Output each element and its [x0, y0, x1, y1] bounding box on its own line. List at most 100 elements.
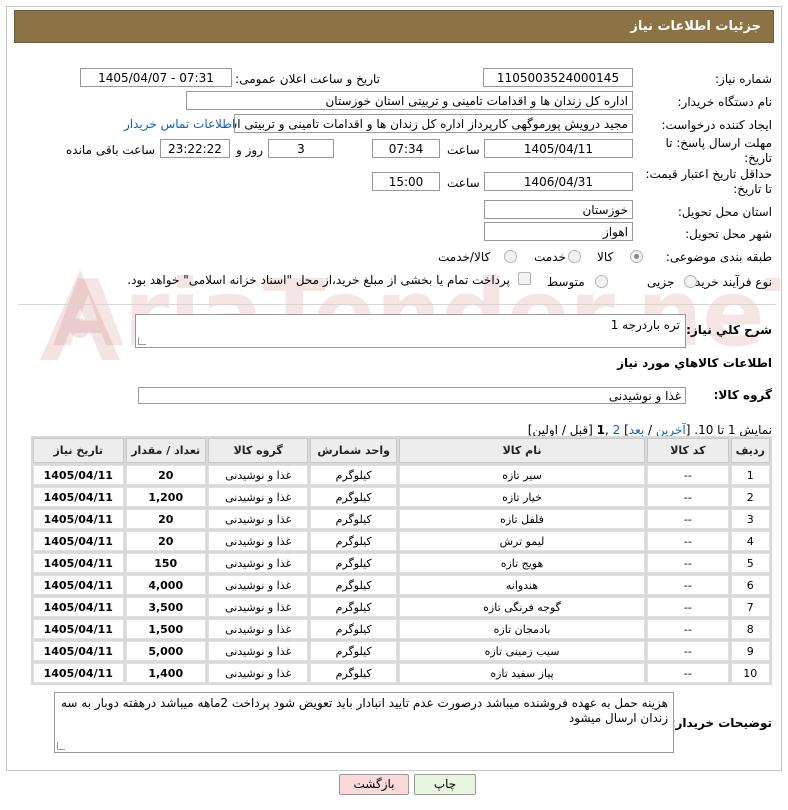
process-type-label: نوع فرآیند خرید : [687, 275, 772, 289]
announce-datetime-label: تاریخ و ساعت اعلان عمومی: [235, 72, 380, 86]
cell-group: غذا و نوشیدنی [207, 575, 309, 595]
remaining-label: ساعت باقی مانده [66, 143, 156, 157]
cell-code: -- [647, 487, 729, 507]
cell-unit: کیلوگرم [310, 641, 397, 661]
reply-days-field: 3 [268, 139, 334, 158]
reply-deadline-label: مهلت ارسال پاسخ: تا تاریخ: [665, 136, 772, 165]
cell-quantity: 1,200 [125, 487, 206, 507]
cell-unit: کیلوگرم [310, 619, 397, 639]
cell-name: گوجه فرنگی تازه [398, 597, 646, 617]
cell-row-num: 4 [730, 531, 770, 551]
cell-group: غذا و نوشیدنی [207, 487, 309, 507]
buyer-notes-label: توضیحات خریدار: [670, 716, 772, 730]
divider [18, 304, 776, 305]
cell-name: پیاز سفید تازه [398, 663, 646, 683]
reply-time-label: ساعت [447, 143, 480, 157]
pagination-prefix: نمایش 1 تا 10. [ [685, 423, 772, 437]
goods-info-title: اطلاعات کالاهاي مورد نياز [617, 356, 772, 370]
cell-date: 1405/04/11 [33, 531, 124, 551]
table-row: 8 -- بادمجان تازه کیلوگرم غذا و نوشیدنی 1,500… [33, 619, 770, 639]
pagination-current-page: 1 [596, 423, 605, 437]
process-option-minor: جزیی [647, 275, 675, 289]
general-desc-label: شرح کلي نياز: [686, 323, 772, 337]
goods-group-field: غذا و نوشیدنی [138, 387, 686, 404]
table-row: 7 -- گوجه فرنگی تازه کیلوگرم غذا و نوشیدنی 3,… [33, 597, 770, 617]
contact-info-link[interactable]: اطلاعات تماس خریدار [124, 117, 235, 131]
remaining-time-field: 23:22:22 [160, 139, 230, 158]
cell-date: 1405/04/11 [33, 663, 124, 683]
pagination-last-link[interactable]: آخرین [656, 423, 686, 437]
cell-quantity: 20 [125, 509, 206, 529]
cell-date: 1405/04/11 [33, 487, 124, 507]
buyer-notes-textarea[interactable]: هزینه حمل به عهده فروشنده میباشد درصورت … [54, 692, 674, 753]
pagination-suffix: [قبل / اولین] [527, 423, 597, 437]
cell-code: -- [647, 619, 729, 639]
cell-unit: کیلوگرم [310, 509, 397, 529]
resize-grip-icon[interactable] [138, 337, 146, 345]
need-number-label: شماره نیاز: [715, 72, 772, 86]
cell-quantity: 3,500 [125, 597, 206, 617]
province-field: خوزستان [484, 200, 633, 219]
cell-quantity: 20 [125, 465, 206, 485]
cell-unit: کیلوگرم [310, 575, 397, 595]
category-radio-service[interactable] [568, 250, 581, 263]
table-body: 1 -- سیر تازه کیلوگرم غذا و نوشیدنی 20 1405/04… [33, 465, 770, 683]
cell-row-num: 6 [730, 575, 770, 595]
table-row: 2 -- خیار تازه کیلوگرم غذا و نوشیدنی 1,200 140… [33, 487, 770, 507]
cell-name: بادمجان تازه [398, 619, 646, 639]
resize-grip-icon[interactable] [57, 742, 65, 750]
table-row: 5 -- هویج تازه کیلوگرم غذا و نوشیدنی 150 1405/… [33, 553, 770, 573]
cell-code: -- [647, 663, 729, 683]
category-radio-goods-service[interactable] [504, 250, 517, 263]
cell-date: 1405/04/11 [33, 465, 124, 485]
category-option-service: خدمت [534, 250, 566, 264]
process-radio-medium[interactable] [595, 275, 608, 288]
treasury-payment-checkbox[interactable] [518, 272, 531, 285]
cell-row-num: 3 [730, 509, 770, 529]
cell-group: غذا و نوشیدنی [207, 663, 309, 683]
back-button[interactable]: بازگشت [339, 774, 409, 795]
table-row: 6 -- هندوانه کیلوگرم غذا و نوشیدنی 4,000 1405/… [33, 575, 770, 595]
cell-date: 1405/04/11 [33, 575, 124, 595]
cell-group: غذا و نوشیدنی [207, 619, 309, 639]
cell-name: هندوانه [398, 575, 646, 595]
table-row: 3 -- فلفل تازه کیلوگرم غذا و نوشیدنی 20 1405/0… [33, 509, 770, 529]
pagination-next-link[interactable]: بعد [629, 423, 644, 437]
col-header-row-num: ردیف [730, 438, 770, 463]
announce-datetime-field: 1405/04/07 - 07:31 [80, 68, 232, 87]
cell-quantity: 5,000 [125, 641, 206, 661]
cell-unit: کیلوگرم [310, 531, 397, 551]
general-desc-textarea[interactable]: تره باردرجه 1 [135, 314, 686, 348]
city-field: اهواز [484, 222, 633, 241]
cell-unit: کیلوگرم [310, 597, 397, 617]
process-radio-minor[interactable] [684, 275, 697, 288]
cell-group: غذا و نوشیدنی [207, 465, 309, 485]
cell-date: 1405/04/11 [33, 641, 124, 661]
cell-name: هویج تازه [398, 553, 646, 573]
cell-row-num: 7 [730, 597, 770, 617]
buyer-notes-text: هزینه حمل به عهده فروشنده میباشد درصورت … [61, 696, 668, 725]
cell-name: فلفل تازه [398, 509, 646, 529]
pagination-sep: ] [620, 423, 629, 437]
price-validity-label: حداقل تاریخ اعتبار قیمت: تا تاریخ: [645, 167, 772, 196]
buyer-org-label: نام دستگاه خریدار: [677, 95, 773, 109]
cell-date: 1405/04/11 [33, 597, 124, 617]
cell-quantity: 4,000 [125, 575, 206, 595]
cell-quantity: 1,500 [125, 619, 206, 639]
page-title: جزئیات اطلاعات نیاز [630, 19, 761, 34]
cell-date: 1405/04/11 [33, 553, 124, 573]
treasury-payment-note: پرداخت تمام یا بخشی از مبلغ خرید،از محل … [127, 273, 510, 287]
cell-unit: کیلوگرم [310, 553, 397, 573]
col-header-group: گروه کالا [207, 438, 309, 463]
table-row: 10 -- پیاز سفید تازه کیلوگرم غذا و نوشیدنی 1,… [33, 663, 770, 683]
col-header-quantity: تعداد / مقدار [125, 438, 206, 463]
category-radio-goods[interactable] [630, 250, 643, 263]
cell-row-num: 8 [730, 619, 770, 639]
cell-row-num: 2 [730, 487, 770, 507]
col-header-date: تاریخ نیاز [33, 438, 124, 463]
print-button[interactable]: چاپ [414, 774, 476, 795]
cell-code: -- [647, 553, 729, 573]
cell-group: غذا و نوشیدنی [207, 553, 309, 573]
table-header-row: ردیف کد کالا نام کالا واحد شمارش گروه کا… [33, 438, 770, 463]
cell-name: سیب زمینی تازه [398, 641, 646, 661]
